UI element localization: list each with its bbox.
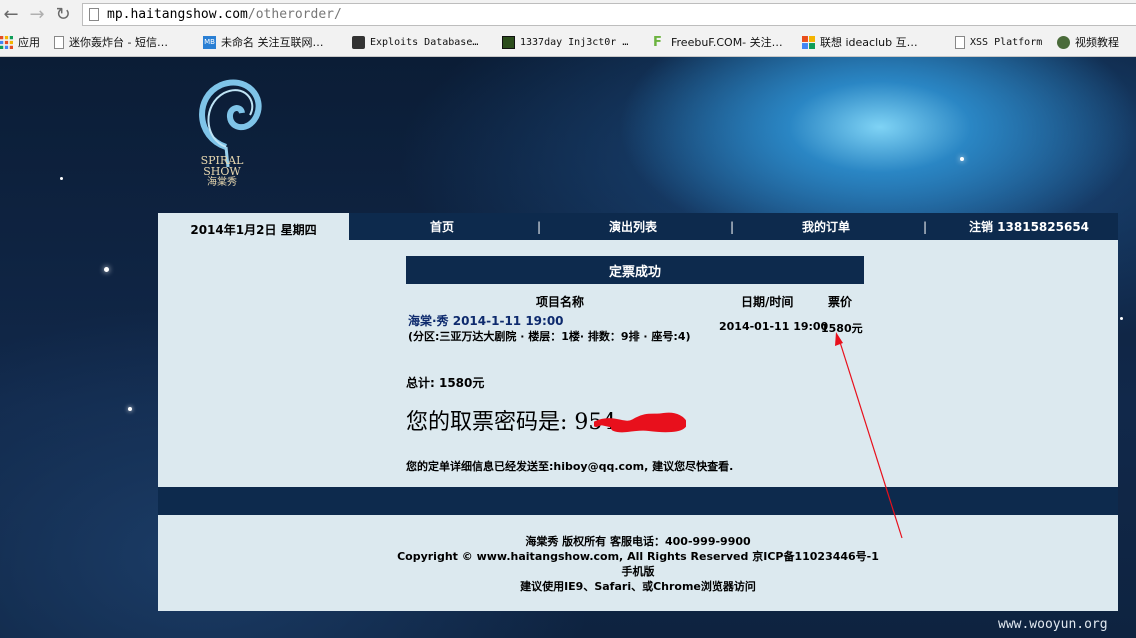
url-text: mp.haitangshow.com/otherorder/ (107, 7, 342, 22)
star-decoration (60, 177, 63, 180)
browser-toolbar: ← → ↻ mp.haitangshow.com/otherorder/ (0, 0, 1136, 30)
star-decoration (960, 157, 964, 161)
exploit-db-icon (352, 35, 365, 49)
bookmark-mini-bomb[interactable]: 迷你轰炸台 - 短信… (54, 34, 168, 50)
bookmark-label: 联想 ideaclub 互… (820, 36, 918, 49)
bookmark-label: Exploits Database… (370, 36, 479, 48)
1337day-icon (502, 35, 515, 49)
ticket-datetime: 2014-01-11 19:00 (719, 320, 829, 333)
logo-line: SHOW (203, 165, 241, 178)
nav-logout[interactable]: 注销 13815825654 (969, 213, 1089, 240)
bookmark-lenovo[interactable]: 联想 ideaclub 互… (802, 34, 918, 50)
ticket-price: 1580元 (821, 322, 863, 335)
footer-copyright-owner: 海棠秀 版权所有 客服电话：400-999-9900 (525, 535, 751, 548)
page-icon (955, 35, 965, 49)
page-icon (89, 8, 99, 21)
logo-line: 海棠秀 (207, 177, 237, 188)
address-bar[interactable]: mp.haitangshow.com/otherorder/ (82, 3, 1136, 26)
pickup-code-line: 您的取票密码是: 954 (406, 404, 616, 436)
bookmark-label: 迷你轰炸台 - 短信… (69, 36, 168, 49)
bookmarks-bar: 应用 迷你轰炸台 - 短信… MB 未命名 关注互联网… Exploits Dat… (0, 30, 1136, 54)
bookmark-xss-platform[interactable]: XSS Platform (955, 34, 1042, 50)
ticket-item-name[interactable]: 海棠·秀 2014-1-11 19:00 (408, 312, 564, 329)
nav-my-orders[interactable]: 我的订单 (802, 213, 850, 240)
bookmark-untitled[interactable]: MB 未命名 关注互联网… (203, 34, 324, 50)
mobile-version-link[interactable]: 手机版 (158, 564, 1118, 579)
bookmark-label: 视频教程 (1075, 36, 1119, 49)
page-icon (54, 35, 64, 49)
site-footer: 海棠秀 版权所有 客服电话：400-999-9900 Copyright © w… (158, 515, 1118, 611)
main-nav: 2014年1月2日 星期四 首页 | 演出列表 | 我的订单 | 注销 1381… (158, 213, 1118, 240)
bookmark-label: 未命名 关注互联网… (221, 36, 324, 49)
star-decoration (1120, 317, 1123, 320)
nav-separator: | (923, 220, 928, 234)
footer-divider-bar (158, 487, 1118, 515)
url-path: /otherorder/ (247, 7, 342, 22)
column-price: 票价 (828, 295, 853, 309)
browser-recommendation: 建议使用IE9、Safari、或Chrome浏览器访问 (520, 580, 756, 593)
star-decoration (128, 407, 132, 411)
bookmark-apps[interactable]: 应用 (0, 34, 40, 50)
ticket-seat-detail: (分区:三亚万达大剧院 · 楼层：1楼· 排数：9排 · 座号:4) (408, 330, 691, 343)
lenovo-icon (802, 35, 815, 49)
web-page: SPIRAL SHOW 海棠秀 2014年1月2日 星期四 首页 | 演出列表 … (0, 57, 1136, 638)
redaction-scribble (594, 412, 686, 433)
url-host: mp.haitangshow.com (107, 7, 248, 22)
nav-shows[interactable]: 演出列表 (609, 213, 657, 240)
bookmark-video-tutorial[interactable]: 视频教程 (1057, 34, 1119, 50)
bookmark-1337day[interactable]: 1337day Inj3ct0r … (502, 34, 628, 50)
watermark: www.wooyun.org (998, 617, 1108, 632)
bookmark-label: 应用 (18, 36, 40, 49)
order-success-title: 定票成功 (406, 256, 864, 284)
bookmark-label: 1337day Inj3ct0r … (520, 36, 629, 48)
pickup-code-label: 您的取票密码是: (406, 410, 575, 435)
freebuf-icon: F (653, 34, 662, 50)
nav-separator: | (537, 220, 542, 234)
apps-grid-icon (0, 35, 13, 49)
bookmark-freebuf[interactable]: F FreebuF.COM- 关注… (653, 34, 783, 50)
email-notice: 您的定单详细信息已经发送至:hiboy@qq.com, 建议您尽快查看. (406, 460, 734, 473)
mb-icon: MB (203, 35, 216, 49)
star-decoration (104, 267, 109, 272)
logo-wordmark: SPIRAL SHOW 海棠秀 (194, 155, 250, 188)
current-date: 2014年1月2日 星期四 (158, 213, 349, 240)
order-confirmation-panel: 定票成功 项目名称 日期/时间 票价 海棠·秀 2014-1-11 19:00 … (158, 240, 1118, 487)
column-datetime: 日期/时间 (741, 295, 794, 309)
bookmark-label: FreebuF.COM- 关注… (671, 36, 783, 49)
back-icon[interactable]: ← (0, 3, 22, 25)
browser-chrome: ← → ↻ mp.haitangshow.com/otherorder/ 应用 … (0, 0, 1136, 57)
nav-separator: | (730, 220, 735, 234)
footer-copyright: Copyright © www.haitangshow.com, All Rig… (397, 550, 879, 563)
column-item-name: 项目名称 (536, 295, 585, 309)
reload-icon[interactable]: ↻ (52, 3, 74, 25)
bookmark-exploit-db[interactable]: Exploits Database… (352, 34, 478, 50)
avatar-icon (1057, 35, 1070, 49)
order-total: 总计: 1580元 (406, 376, 485, 390)
nav-home[interactable]: 首页 (430, 213, 454, 240)
forward-icon[interactable]: → (26, 3, 48, 25)
bookmark-label: XSS Platform (970, 36, 1043, 48)
